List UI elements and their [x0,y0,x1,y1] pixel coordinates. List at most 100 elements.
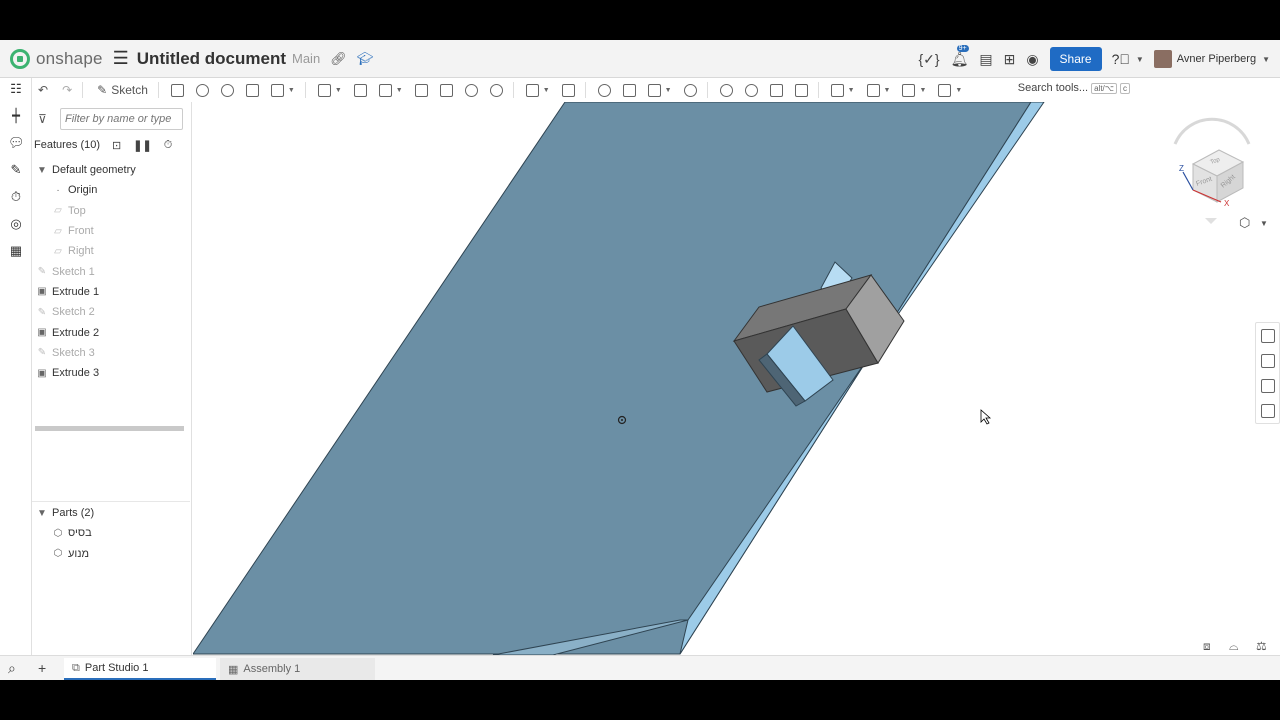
chevron-down-icon[interactable]: ▼ [848,87,855,94]
share-button[interactable]: Share [1049,47,1102,71]
chevron-down-icon[interactable]: ▼ [396,87,403,94]
list-item[interactable]: · Origin [32,180,190,200]
view-cube-graphic[interactable]: Top Front Right Z X [1153,114,1263,224]
panel-divider[interactable] [32,501,190,502]
parts-header[interactable]: ▼ Parts (2) [32,503,190,523]
chevron-down-icon[interactable]: ▼ [335,87,342,94]
list-item[interactable]: ▣ Extrude 1 [32,282,190,302]
section-tool-icon[interactable]: ⚖ [1256,639,1267,653]
list-item[interactable]: ⬡ בסיס [32,523,190,543]
undo-icon[interactable]: ↶ [38,83,48,97]
learning-center-icon[interactable]: 🎓︎ [357,51,374,67]
help-icon[interactable]: ?⃝ [1112,51,1130,67]
list-item[interactable]: ✎ Sketch 3 [32,343,190,363]
plane-icon[interactable] [830,83,844,97]
sketch-button[interactable]: ✎ Sketch [97,83,148,97]
chevron-down-icon[interactable]: ▼ [36,165,48,176]
add-folder-icon[interactable]: ⊡ [112,139,121,152]
globe-icon[interactable]: ◉ [1026,51,1038,68]
menu-icon[interactable]: ☰ [113,48,129,69]
view-options-chevron-down-icon[interactable]: ▼ [1260,219,1268,228]
default-geometry-row[interactable]: ▼ Default geometry [32,160,190,180]
app-store-icon[interactable]: ⊞ [1004,51,1016,68]
replace-face-icon[interactable] [794,83,808,97]
extrude-icon[interactable] [170,83,184,97]
document-title[interactable]: Untitled document [137,49,286,69]
hole-icon[interactable] [464,83,478,97]
branch-label[interactable]: Main [292,51,320,66]
mirror-icon[interactable] [561,83,575,97]
view-options-icon[interactable]: ⬡ [1239,215,1250,231]
help-chevron-down-icon[interactable]: ▼ [1136,55,1144,64]
rotate-down-arrow-icon[interactable] [1205,218,1217,224]
user-chevron-down-icon[interactable]: ▼ [1262,55,1270,64]
split-icon[interactable] [622,83,636,97]
chevron-down-icon[interactable]: ▼ [955,87,962,94]
thicken-icon[interactable] [270,83,284,97]
document-search-icon[interactable]: ⌕ [8,660,16,677]
tab-part-studio-1[interactable]: ⧉ Part Studio 1 [64,658,216,680]
fillet-icon[interactable] [317,83,331,97]
onshape-logo[interactable]: onshape [10,48,103,69]
variables-icon[interactable]: ┿ [8,108,24,124]
mass-properties-icon[interactable]: ⌓ [1229,639,1239,654]
appearance-panel-icon[interactable] [1261,329,1275,343]
notes-icon[interactable]: ✎ [8,162,24,178]
featurescript-icon[interactable]: {✓} [918,51,939,68]
chevron-down-icon[interactable]: ▼ [665,87,672,94]
configurations-icon[interactable] [1261,379,1275,393]
model-canvas[interactable] [193,102,1280,655]
comments-icon[interactable]: 💬︎ [8,135,25,151]
boolean-icon[interactable] [597,83,611,97]
frame-icon[interactable] [902,83,916,97]
list-item[interactable]: ▱ Front [32,221,190,241]
chevron-down-icon[interactable]: ▼ [543,87,550,94]
avatar[interactable] [1153,50,1172,68]
chamfer-icon[interactable] [353,83,367,97]
list-item[interactable]: ▱ Right [32,241,190,261]
view-cube[interactable]: Top Front Right Z X [1153,114,1263,229]
transform-icon[interactable] [647,83,661,97]
plate-top-face[interactable] [193,102,1032,655]
add-tab-icon[interactable]: + [38,660,46,676]
link-icon[interactable]: 🔗︎ [330,51,347,67]
chevron-down-icon[interactable]: ▼ [288,87,295,94]
rollback-timer-icon[interactable]: ⏱︎ [164,139,173,152]
list-item[interactable]: ▱ Top [32,201,190,221]
inspect-icon[interactable]: ◎ [8,216,24,232]
pattern-icon[interactable] [525,83,539,97]
shell-icon[interactable] [439,83,453,97]
draft-icon[interactable] [378,83,392,97]
loft-icon[interactable] [245,83,259,97]
search-tools[interactable]: Search tools... alt/⌥ c [1018,82,1130,94]
bom-icon[interactable]: ▦ [8,243,24,259]
variable-table-icon[interactable] [1261,404,1275,418]
cylinder-icon[interactable] [489,83,503,97]
rib-icon[interactable] [414,83,428,97]
list-item[interactable]: ✎ Sketch 2 [32,302,190,322]
modify-fillet-icon[interactable] [719,83,733,97]
feature-list-scrollbar[interactable] [35,426,184,431]
pause-icon[interactable]: ❚❚ [133,139,151,152]
chevron-down-icon[interactable]: ▼ [919,87,926,94]
measure-tool-icon[interactable]: ⧈ [1203,639,1211,654]
revolve-icon[interactable] [195,83,209,97]
render-studio-icon[interactable] [1261,354,1275,368]
list-item[interactable]: ⬡ מנוע [32,544,190,564]
move-face-icon[interactable] [769,83,783,97]
list-item[interactable]: ✎ Sketch 1 [32,261,190,281]
feature-list-icon[interactable]: ☷ [8,81,24,97]
graphics-viewport[interactable]: Top Front Right Z X ⬡ ▼ ⧈ ⌓ ⚖ [193,102,1280,655]
tab-assembly-1[interactable]: ▦ Assembly 1 [220,658,375,680]
list-item[interactable]: ▣ Extrude 3 [32,363,190,383]
rotate-arc-icon[interactable] [1173,117,1251,145]
filter-input[interactable] [60,108,183,130]
chevron-down-icon[interactable]: ▼ [36,508,48,519]
history-icon[interactable]: ⏱︎ [8,189,24,205]
list-item[interactable]: ▣ Extrude 2 [32,322,190,342]
delete-part-icon[interactable] [683,83,697,97]
bell-icon[interactable]: 🔔︎ 9+ [951,44,969,68]
delete-face-icon[interactable] [744,83,758,97]
sheet-metal-icon[interactable] [866,83,880,97]
document-info-icon[interactable]: ▤ [979,51,992,68]
